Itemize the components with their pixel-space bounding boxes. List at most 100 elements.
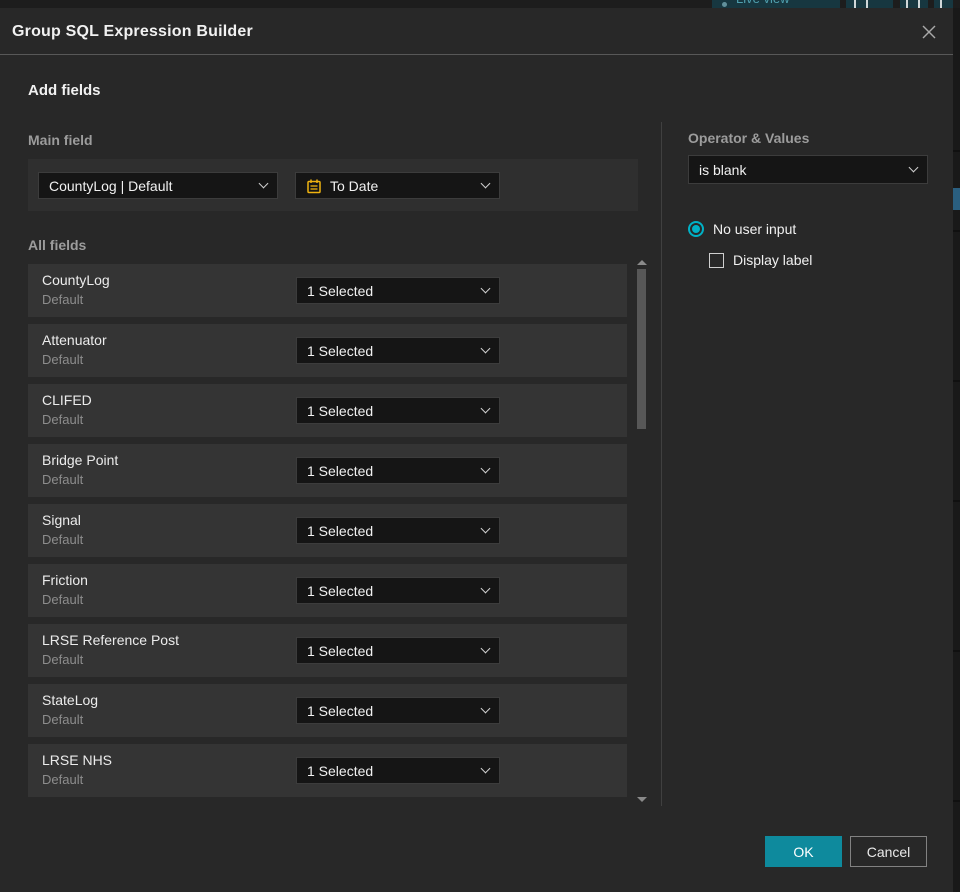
field-name: Bridge Point xyxy=(42,452,119,468)
chevron-down-icon xyxy=(258,178,269,189)
chevron-down-icon xyxy=(480,463,491,474)
chevron-down-icon xyxy=(908,162,919,173)
field-subtitle: Default xyxy=(42,352,84,367)
field-subtitle: Default xyxy=(42,592,84,607)
chevron-down-icon xyxy=(480,178,491,189)
dialog-titlebar: Group SQL Expression Builder xyxy=(0,8,953,55)
chevron-down-icon xyxy=(480,403,491,414)
operator-values-label: Operator & Values xyxy=(688,130,810,146)
chevron-down-icon xyxy=(480,523,491,534)
scrollbar-up-arrow[interactable] xyxy=(637,260,647,265)
chevron-down-icon xyxy=(480,643,491,654)
live-view-button[interactable]: Live view xyxy=(712,0,840,8)
field-selected-dropdown-label: 1 Selected xyxy=(307,282,374,299)
field-selected-dropdown-label: 1 Selected xyxy=(307,762,374,779)
field-row[interactable]: CountyLog Default 1 Selected xyxy=(28,264,627,317)
scrollbar-down-arrow[interactable] xyxy=(637,797,647,802)
main-field-container: CountyLog | Default To Date xyxy=(28,159,638,211)
main-field-select[interactable]: CountyLog | Default xyxy=(38,172,278,199)
chevron-down-icon xyxy=(480,283,491,294)
background-toolbar-segment xyxy=(846,0,893,8)
field-name: StateLog xyxy=(42,692,99,708)
scrollbar-thumb[interactable] xyxy=(637,269,646,429)
field-selected-dropdown-label: 1 Selected xyxy=(307,702,374,719)
field-selected-dropdown-label: 1 Selected xyxy=(307,402,374,419)
all-fields-list: CountyLog Default 1 Selected Attenuator … xyxy=(28,264,627,804)
no-user-input-radio[interactable]: No user input xyxy=(688,221,796,237)
main-field-label: Main field xyxy=(28,132,93,148)
field-name: CountyLog xyxy=(42,272,110,288)
field-selected-dropdown[interactable]: 1 Selected xyxy=(296,517,500,544)
field-subtitle: Default xyxy=(42,532,84,547)
field-selected-dropdown-label: 1 Selected xyxy=(307,582,374,599)
toolbar-bar-icon xyxy=(854,0,856,8)
no-user-input-label: No user input xyxy=(713,221,797,237)
calendar-icon xyxy=(307,179,321,193)
field-selected-dropdown-label: 1 Selected xyxy=(307,522,374,539)
add-fields-heading: Add fields xyxy=(28,82,101,99)
field-subtitle: Default xyxy=(42,472,84,487)
toolbar-bar-icon xyxy=(918,0,920,8)
radio-selected-icon xyxy=(688,221,704,237)
field-row[interactable]: LRSE NHS Default 1 Selected xyxy=(28,744,627,797)
field-selected-dropdown[interactable]: 1 Selected xyxy=(296,637,500,664)
background-scrollbar-thumb xyxy=(953,188,960,210)
background-app-top-strip: Live view xyxy=(0,0,960,8)
chevron-down-icon xyxy=(480,703,491,714)
chevron-down-icon xyxy=(480,343,491,354)
field-selected-dropdown[interactable]: 1 Selected xyxy=(296,277,500,304)
group-sql-expression-builder-dialog: Group SQL Expression Builder Add fields … xyxy=(0,8,953,892)
field-subtitle: Default xyxy=(42,412,84,427)
field-selected-dropdown[interactable]: 1 Selected xyxy=(296,757,500,784)
main-field-date-select[interactable]: To Date xyxy=(295,172,500,199)
field-name: CLIFED xyxy=(42,392,92,408)
main-field-select-value: CountyLog | Default xyxy=(49,177,173,194)
operator-select[interactable]: is blank xyxy=(688,155,928,184)
field-selected-dropdown[interactable]: 1 Selected xyxy=(296,397,500,424)
field-row[interactable]: Attenuator Default 1 Selected xyxy=(28,324,627,377)
field-row[interactable]: Signal Default 1 Selected xyxy=(28,504,627,557)
display-label-checkbox-row[interactable]: Display label xyxy=(709,252,812,268)
dialog-title: Group SQL Expression Builder xyxy=(12,23,253,40)
operator-select-value: is blank xyxy=(699,161,747,178)
field-name: LRSE NHS xyxy=(42,752,113,768)
field-subtitle: Default xyxy=(42,292,84,307)
background-toolbar-segment xyxy=(900,0,928,8)
field-selected-dropdown[interactable]: 1 Selected xyxy=(296,337,500,364)
chevron-down-icon xyxy=(480,583,491,594)
panel-divider xyxy=(661,122,662,806)
field-row[interactable]: StateLog Default 1 Selected xyxy=(28,684,627,737)
close-icon xyxy=(922,25,936,39)
background-toolbar-segment xyxy=(934,0,953,8)
checkbox-unchecked-icon xyxy=(709,252,724,268)
live-view-dot-icon xyxy=(722,2,727,7)
field-subtitle: Default xyxy=(42,772,84,787)
field-row[interactable]: Bridge Point Default 1 Selected xyxy=(28,444,627,497)
toolbar-bar-icon xyxy=(940,0,942,8)
main-field-date-value: To Date xyxy=(330,177,379,194)
field-name: Signal xyxy=(42,512,81,528)
field-name: Attenuator xyxy=(42,332,107,348)
field-selected-dropdown-label: 1 Selected xyxy=(307,642,374,659)
ok-button[interactable]: OK xyxy=(765,836,842,867)
field-selected-dropdown-label: 1 Selected xyxy=(307,462,374,479)
field-subtitle: Default xyxy=(42,712,84,727)
toolbar-bar-icon xyxy=(866,0,868,8)
cancel-button[interactable]: Cancel xyxy=(850,836,927,867)
all-fields-label: All fields xyxy=(28,237,87,253)
live-view-label: Live view xyxy=(736,0,789,6)
field-selected-dropdown[interactable]: 1 Selected xyxy=(296,577,500,604)
field-selected-dropdown[interactable]: 1 Selected xyxy=(296,697,500,724)
toolbar-bar-icon xyxy=(906,0,908,8)
field-selected-dropdown[interactable]: 1 Selected xyxy=(296,457,500,484)
field-name: LRSE Reference Post xyxy=(42,632,179,648)
field-row[interactable]: CLIFED Default 1 Selected xyxy=(28,384,627,437)
field-name: Friction xyxy=(42,572,88,588)
chevron-down-icon xyxy=(480,763,491,774)
field-row[interactable]: LRSE Reference Post Default 1 Selected xyxy=(28,624,627,677)
close-button[interactable] xyxy=(917,20,941,44)
display-label-label: Display label xyxy=(733,252,813,268)
field-subtitle: Default xyxy=(42,652,84,667)
screen: Live view Group SQL Expression Builder xyxy=(0,0,960,892)
field-row[interactable]: Friction Default 1 Selected xyxy=(28,564,627,617)
